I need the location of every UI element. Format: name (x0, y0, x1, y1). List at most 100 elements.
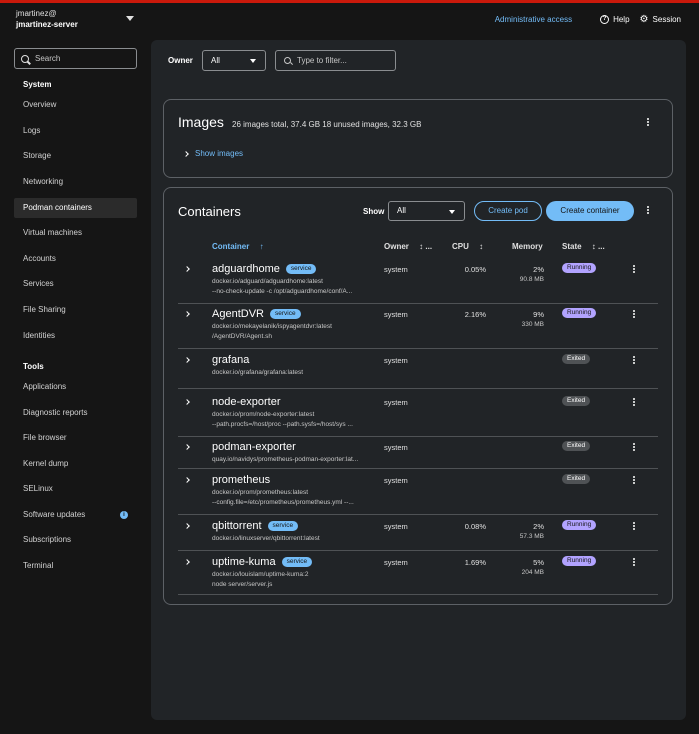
column-header-memory[interactable]: Memory (512, 242, 543, 251)
table-row[interactable]: podman-exporter quay.io/navidys/prometheu… (178, 441, 658, 475)
sidebar-item-overview[interactable]: Overview (14, 95, 137, 115)
row-divider (178, 436, 658, 437)
container-owner: system (384, 558, 408, 567)
help-button[interactable]: ? Help (600, 14, 630, 24)
administrative-access-button[interactable]: Administrative access (495, 15, 572, 24)
sidebar-item-logs[interactable]: Logs (14, 121, 137, 141)
images-summary: 26 images total, 37.4 GB 18 unused image… (232, 120, 422, 129)
column-header-label: CPU (452, 242, 469, 251)
column-header-container[interactable]: Container ↑ (212, 242, 264, 251)
status-badge: Exited (562, 396, 591, 406)
filter-input[interactable] (297, 56, 387, 65)
host-server: jmartinez-server (16, 20, 78, 29)
containers-kebab-icon[interactable] (644, 205, 652, 217)
table-row[interactable]: adguardhome service docker.io/adguard/adgu… (178, 263, 658, 297)
sidebar-item-kernel-dump[interactable]: Kernel dump (14, 454, 137, 474)
table-row[interactable]: grafana docker.io/grafana/grafana:latest s… (178, 354, 658, 388)
column-header-label: Container (212, 242, 250, 251)
table-row[interactable]: node-exporter docker.io/prom/node-exporte… (178, 396, 658, 430)
container-name: uptime-kuma service (212, 556, 313, 568)
sidebar-item-file-browser[interactable]: File browser (14, 428, 137, 448)
show-images-toggle[interactable]: Show images (183, 149, 243, 158)
status-badge: Exited (562, 474, 591, 484)
sidebar-item-label: Software updates (23, 510, 86, 519)
column-header-cpu[interactable]: CPU ↕ (452, 242, 483, 251)
session-button[interactable]: ⚙ Session (639, 13, 681, 25)
container-memory-percent: 9% (533, 310, 544, 319)
sidebar-item-software-updates[interactable]: Software updates i (14, 505, 137, 525)
row-kebab-icon[interactable] (630, 475, 638, 487)
sidebar-item-diagnostic-reports[interactable]: Diagnostic reports (14, 403, 137, 423)
row-divider (178, 514, 658, 515)
expand-row-icon[interactable] (184, 477, 190, 483)
sidebar-search-input[interactable] (35, 54, 125, 63)
row-divider (178, 348, 658, 349)
sidebar-item-networking[interactable]: Networking (14, 172, 137, 192)
table-row[interactable]: uptime-kuma service docker.io/louislam/upt… (178, 556, 658, 590)
help-label: Help (613, 14, 630, 24)
containers-title: Containers (178, 204, 241, 219)
container-owner: system (384, 265, 408, 274)
create-container-button[interactable]: Create container (546, 201, 634, 221)
table-row[interactable]: AgentDVR service docker.io/mekayelanik/isp… (178, 308, 658, 342)
expand-row-icon[interactable] (184, 444, 190, 450)
search-icon (284, 57, 291, 64)
info-icon: i (120, 511, 128, 519)
expand-row-icon[interactable] (184, 559, 190, 565)
status-badge: Running (562, 556, 597, 566)
gear-icon: ⚙ (639, 13, 649, 25)
container-image: docker.io/adguard/adguardhome:latest (212, 278, 323, 285)
row-divider (178, 388, 658, 389)
expand-row-icon[interactable] (184, 266, 190, 272)
sort-icon: ↕ (591, 242, 596, 251)
table-row[interactable]: prometheus docker.io/prom/prometheus:late… (178, 474, 658, 508)
sidebar-item-selinux[interactable]: SELinux (14, 479, 137, 499)
column-header-state[interactable]: State ↕ ... (562, 242, 605, 251)
sidebar-item-accounts[interactable]: Accounts (14, 249, 137, 269)
row-divider (178, 468, 658, 469)
row-kebab-icon[interactable] (630, 309, 638, 321)
column-header-owner[interactable]: Owner ↕ ... (384, 242, 432, 251)
container-name-label: grafana (212, 354, 250, 366)
column-header-label: Owner (384, 242, 409, 251)
row-kebab-icon[interactable] (630, 521, 638, 533)
expand-row-icon[interactable] (184, 357, 190, 363)
chevron-right-icon (183, 150, 189, 157)
expand-row-icon[interactable] (184, 523, 190, 529)
create-pod-button[interactable]: Create pod (474, 201, 542, 221)
container-name: grafana (212, 354, 249, 366)
sidebar-item-services[interactable]: Services (14, 274, 137, 294)
status-badge: Exited (562, 354, 591, 364)
row-kebab-icon[interactable] (630, 442, 638, 454)
sidebar-item-applications[interactable]: Applications (14, 377, 137, 397)
row-kebab-icon[interactable] (630, 557, 638, 569)
expand-row-icon[interactable] (184, 311, 190, 317)
help-icon: ? (600, 14, 610, 24)
sidebar-item-virtual-machines[interactable]: Virtual machines (14, 223, 137, 243)
row-kebab-icon[interactable] (630, 355, 638, 367)
filter-box[interactable] (275, 50, 396, 71)
column-header-ellipsis: ... (425, 242, 433, 251)
images-title: Images (178, 114, 224, 130)
sidebar-item-storage[interactable]: Storage (14, 146, 137, 166)
owner-select[interactable]: All (202, 50, 266, 71)
row-kebab-icon[interactable] (630, 264, 638, 276)
row-divider (178, 303, 658, 304)
host-switcher[interactable]: jmartinez@ jmartinez-server (16, 9, 136, 31)
table-row[interactable]: qbittorrent service docker.io/linuxserver/… (178, 520, 658, 554)
container-memory-percent: 2% (533, 522, 544, 531)
container-name-label: podman-exporter (212, 441, 296, 453)
sidebar-item-terminal[interactable]: Terminal (14, 556, 137, 576)
expand-row-icon[interactable] (184, 399, 190, 405)
sidebar-search[interactable] (14, 48, 137, 69)
images-kebab-icon[interactable] (644, 117, 652, 129)
show-select[interactable]: All (388, 201, 465, 221)
sidebar-item-subscriptions[interactable]: Subscriptions (14, 530, 137, 550)
sidebar-item-file-sharing[interactable]: File Sharing (14, 300, 137, 320)
container-name: adguardhome service (212, 263, 317, 275)
sidebar-item-podman-containers[interactable]: Podman containers (14, 198, 137, 218)
container-image: docker.io/mekayelanik/ispyagentdvr:lates… (212, 323, 332, 330)
row-kebab-icon[interactable] (630, 397, 638, 409)
images-card: Images 26 images total, 37.4 GB 18 unuse… (163, 99, 673, 178)
sidebar-item-identities[interactable]: Identities (14, 326, 137, 346)
